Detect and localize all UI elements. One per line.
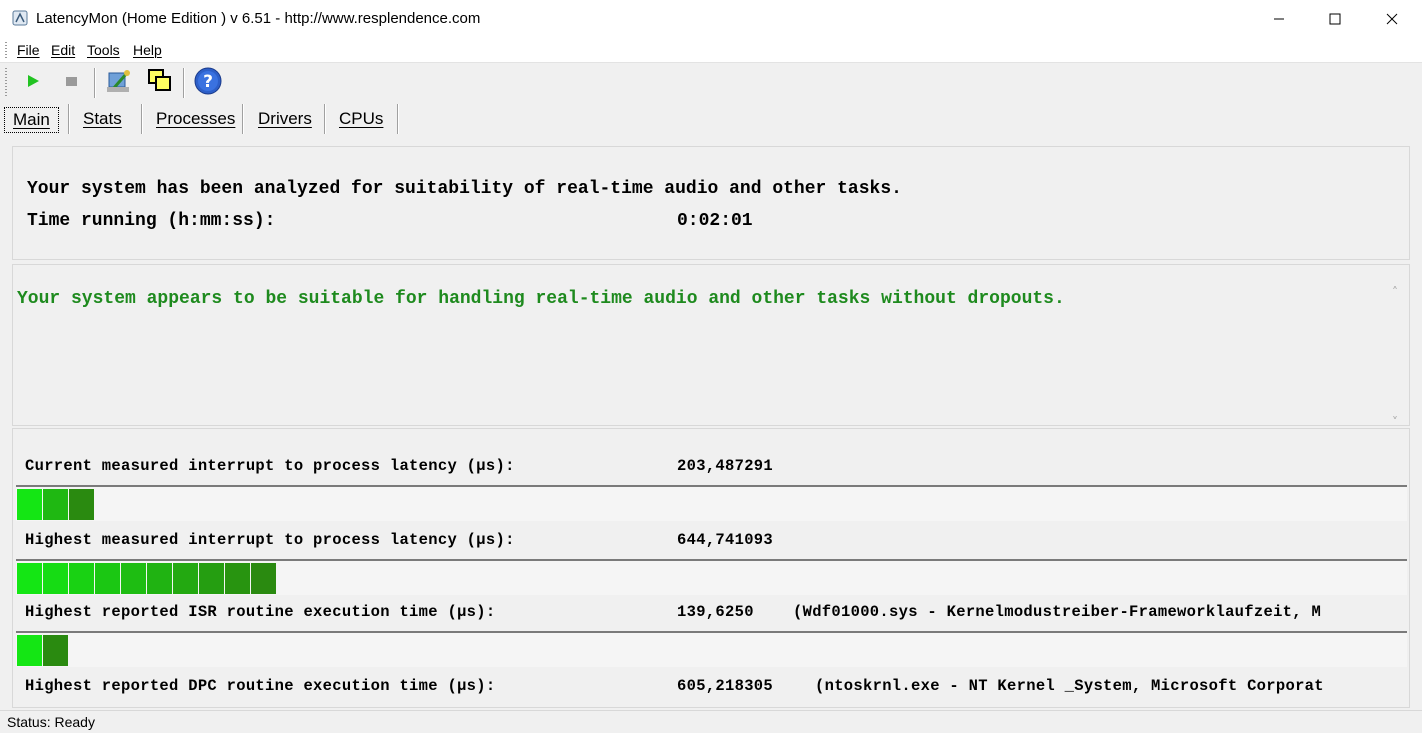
stop-icon	[63, 73, 79, 93]
bar-segment	[17, 635, 42, 666]
submit-button[interactable]	[104, 68, 134, 98]
tab-separator	[324, 104, 326, 134]
menu-bar: File Edit Tools Help	[0, 38, 1422, 63]
svg-text:?: ?	[203, 72, 213, 92]
verdict-scrollbar[interactable]: ˄ ˅	[1387, 281, 1409, 429]
stop-button[interactable]	[56, 68, 86, 98]
play-icon	[25, 73, 41, 93]
metric-value: 644,741093	[677, 531, 774, 549]
bar-segment	[43, 563, 68, 594]
verdict-panel: Your system appears to be suitable for h…	[12, 264, 1410, 429]
tab-separator	[242, 104, 244, 134]
menu-help[interactable]: Help	[133, 42, 162, 58]
summary-panel: Your system has been analyzed for suitab…	[12, 146, 1410, 260]
bar-segment	[69, 489, 94, 520]
metric-label: Highest measured interrupt to process la…	[25, 531, 515, 549]
submit-icon	[105, 67, 133, 99]
metrics-panel: Current measured interrupt to process la…	[12, 428, 1410, 708]
bar-segment	[43, 635, 68, 666]
menu-file[interactable]: File	[17, 42, 40, 58]
metric-value: 203,487291	[677, 457, 774, 475]
bar-segment	[147, 563, 172, 594]
bar-segment	[95, 563, 120, 594]
help-icon: ?	[193, 66, 223, 100]
bar-segment	[17, 489, 42, 520]
windows-button[interactable]	[145, 68, 175, 98]
bar-segment	[121, 563, 146, 594]
metric-label: Highest reported DPC routine execution t…	[25, 677, 496, 695]
metric-value: 139,6250	[677, 603, 754, 621]
bar-segment	[173, 563, 198, 594]
toolbar-separator	[183, 68, 185, 98]
window-title: LatencyMon (Home Edition ) v 6.51 - http…	[36, 10, 481, 27]
bar-segment	[43, 489, 68, 520]
minimize-button[interactable]	[1250, 0, 1308, 38]
toolbar-grip	[5, 68, 7, 98]
help-button[interactable]: ?	[193, 66, 223, 100]
title-bar: LatencyMon (Home Edition ) v 6.51 - http…	[0, 0, 1422, 38]
metric-label: Current measured interrupt to process la…	[25, 457, 515, 475]
tab-stats[interactable]: Stats	[75, 106, 130, 132]
app-icon	[12, 10, 28, 26]
metric-detail: (Wdf01000.sys - Kernelmodustreiber-Frame…	[793, 603, 1322, 621]
scroll-down-icon[interactable]: ˅	[1392, 415, 1398, 429]
metric-bar	[16, 559, 1407, 595]
bar-segment	[199, 563, 224, 594]
scroll-up-icon[interactable]: ˄	[1392, 285, 1398, 299]
metric-detail: (ntoskrnl.exe - NT Kernel _System, Micro…	[815, 677, 1324, 695]
bar-segment	[17, 563, 42, 594]
menu-grip	[5, 42, 7, 58]
tab-drivers[interactable]: Drivers	[250, 106, 320, 132]
bar-segment	[225, 563, 250, 594]
metric-bar	[16, 485, 1407, 521]
bar-segment	[69, 563, 94, 594]
start-button[interactable]	[18, 68, 48, 98]
verdict-text: Your system appears to be suitable for h…	[17, 289, 1065, 309]
tab-main[interactable]: Main	[4, 107, 59, 133]
tab-separator	[397, 104, 399, 134]
tab-separator	[68, 104, 70, 134]
close-button[interactable]	[1363, 0, 1421, 38]
toolbar: ?	[0, 64, 1422, 102]
tab-cpus[interactable]: CPUs	[331, 106, 391, 132]
time-running-label: Time running (h:mm:ss):	[27, 211, 276, 231]
status-bar: Status: Ready	[0, 710, 1422, 733]
tab-bar: Main Stats Processes Drivers CPUs	[0, 102, 1422, 136]
menu-edit[interactable]: Edit	[51, 42, 75, 58]
metric-label: Highest reported ISR routine execution t…	[25, 603, 496, 621]
tab-separator	[141, 104, 143, 134]
metric-value: 605,218305	[677, 677, 774, 695]
menu-tools[interactable]: Tools	[87, 42, 120, 58]
status-text: Status: Ready	[7, 714, 95, 730]
metric-bar	[16, 631, 1407, 667]
tab-processes[interactable]: Processes	[148, 106, 243, 132]
time-running-value: 0:02:01	[677, 211, 753, 231]
windows-icon	[146, 67, 174, 99]
bar-segment	[251, 563, 276, 594]
maximize-button[interactable]	[1306, 0, 1364, 38]
toolbar-separator	[94, 68, 96, 98]
analysis-message: Your system has been analyzed for suitab…	[27, 179, 902, 199]
